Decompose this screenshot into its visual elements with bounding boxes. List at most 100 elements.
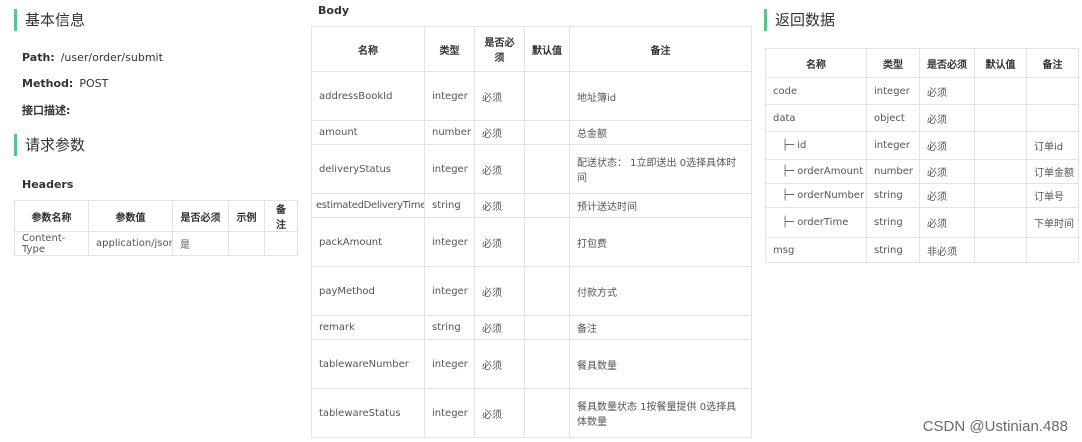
table-cell [524, 388, 570, 438]
column-header: 备注 [569, 26, 752, 72]
table-cell [974, 77, 1027, 105]
table-cell: string [866, 183, 920, 208]
table-cell: 必须 [474, 315, 525, 340]
table-cell [524, 266, 570, 316]
table-cell: 订单金额 [1026, 159, 1079, 184]
table-cell: Content-Type [14, 231, 89, 256]
table-cell [524, 120, 570, 145]
table-cell [974, 159, 1027, 184]
table-cell: 预计送达时间 [569, 193, 752, 218]
table-cell [974, 207, 1027, 238]
table-cell: 地址簿id [569, 71, 752, 121]
table-cell: 必须 [474, 388, 525, 438]
table-cell: payMethod [311, 266, 425, 316]
table-cell: 必须 [474, 217, 525, 267]
table-cell: 备注 [569, 315, 752, 340]
column-header: 默认值 [974, 48, 1027, 78]
table-cell: integer [424, 144, 475, 194]
column-header: 默认值 [524, 26, 570, 72]
table-cell [1026, 77, 1079, 105]
table-cell: deliveryStatus [311, 144, 425, 194]
table-cell [974, 183, 1027, 208]
response-table: 名称 类型 是否必须 默认值 备注 code integer 必须 data o… [765, 48, 1079, 263]
body-table: 名称 类型 是否必须 默认值 备注 addressBookId integer … [311, 26, 752, 438]
request-params-title: 请求参数 [14, 134, 85, 156]
table-row: packAmount integer 必须 打包费 [311, 217, 752, 267]
table-row: deliveryStatus integer 必须 配送状态： 1立即送出 0选… [311, 144, 752, 194]
table-cell: 必须 [474, 339, 525, 389]
column-header: 备注 [1026, 48, 1079, 78]
table-cell: 打包费 [569, 217, 752, 267]
table-cell: amount [311, 120, 425, 145]
table-cell: 下单时间 [1026, 207, 1079, 238]
table-row: payMethod integer 必须 付款方式 [311, 266, 752, 316]
table-cell [1026, 237, 1079, 263]
table-row: addressBookId integer 必须 地址簿id [311, 71, 752, 121]
table-row: ├─ orderTime string 必须 下单时间 [765, 207, 1079, 238]
table-cell [524, 315, 570, 340]
table-cell: integer [866, 131, 920, 160]
table-cell: remark [311, 315, 425, 340]
table-cell: string [866, 237, 920, 263]
table-cell: 必须 [919, 77, 975, 105]
table-row: ├─ id integer 必须 订单id [765, 131, 1079, 160]
method-label: Method: [22, 77, 74, 90]
table-cell: 必须 [474, 71, 525, 121]
table-cell: 必须 [474, 193, 525, 218]
table-cell: code [765, 77, 867, 105]
table-cell: integer [866, 77, 920, 105]
table-cell: string [424, 193, 475, 218]
table-cell: 必须 [474, 266, 525, 316]
response-table-header: 名称 类型 是否必须 默认值 备注 [765, 48, 1079, 78]
table-row: estimatedDeliveryTime string 必须 预计送达时间 [311, 193, 752, 218]
column-header: 名称 [311, 26, 425, 72]
column-header: 是否必须 [474, 26, 525, 72]
table-cell: tablewareStatus [311, 388, 425, 438]
table-cell: 总金额 [569, 120, 752, 145]
column-header: 备注 [264, 200, 298, 232]
table-cell: 必须 [919, 207, 975, 238]
table-row: remark string 必须 备注 [311, 315, 752, 340]
table-cell: 订单号 [1026, 183, 1079, 208]
table-row: msg string 非必须 [765, 237, 1079, 263]
table-cell [974, 131, 1027, 160]
table-cell: ├─ orderNumber [765, 183, 867, 208]
table-cell [524, 217, 570, 267]
table-cell [228, 231, 265, 256]
table-cell [524, 193, 570, 218]
table-cell [524, 71, 570, 121]
table-cell: 必须 [919, 159, 975, 184]
table-cell [1026, 104, 1079, 132]
table-cell: number [866, 159, 920, 184]
table-cell: addressBookId [311, 71, 425, 121]
table-cell [524, 339, 570, 389]
table-row: tablewareStatus integer 必须 餐具数量状态 1按餐量提供… [311, 388, 752, 438]
table-cell: object [866, 104, 920, 132]
table-cell: 餐具数量 [569, 339, 752, 389]
table-row: code integer 必须 [765, 77, 1079, 105]
headers-title: Headers [22, 178, 74, 191]
table-cell: packAmount [311, 217, 425, 267]
table-cell: 必须 [919, 104, 975, 132]
table-cell [974, 237, 1027, 263]
watermark: CSDN @Ustinian.488 [922, 418, 1068, 435]
table-cell: msg [765, 237, 867, 263]
headers-table: 参数名称 参数值 是否必须 示例 备注 Content-Type applica… [14, 200, 298, 256]
table-cell: integer [424, 217, 475, 267]
path-line: Path: /user/order/submit [22, 51, 163, 64]
table-cell: 配送状态： 1立即送出 0选择具体时间 [569, 144, 752, 194]
table-cell: 必须 [919, 131, 975, 160]
table-cell: string [866, 207, 920, 238]
column-header: 示例 [228, 200, 265, 232]
basic-info-title: 基本信息 [14, 9, 85, 31]
table-cell: ├─ orderTime [765, 207, 867, 238]
table-cell: 非必须 [919, 237, 975, 263]
table-cell: integer [424, 339, 475, 389]
table-cell: number [424, 120, 475, 145]
table-cell: string [424, 315, 475, 340]
table-cell: 付款方式 [569, 266, 752, 316]
table-row: amount number 必须 总金额 [311, 120, 752, 145]
table-row: Content-Type application/json 是 [14, 231, 298, 256]
method-line: Method: POST [22, 77, 108, 90]
table-cell [524, 144, 570, 194]
